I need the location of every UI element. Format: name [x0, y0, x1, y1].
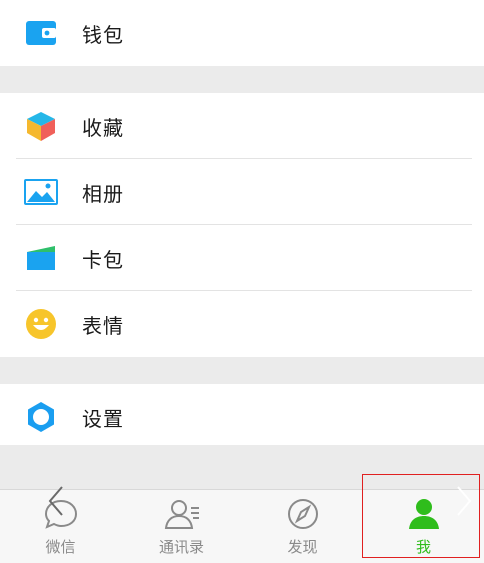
bottom-tab-bar: 微信 通讯录 发现 我 — [0, 489, 484, 563]
back-arrow-icon[interactable] — [44, 484, 70, 518]
tab-chats-label: 微信 — [45, 538, 76, 556]
menu-item-album[interactable]: 相册 — [0, 159, 484, 225]
person-icon — [408, 499, 439, 529]
menu-item-wallet[interactable]: 钱包 — [0, 0, 484, 66]
menu-item-cards-label: 卡包 — [82, 247, 124, 272]
forward-arrow-icon[interactable] — [450, 484, 476, 518]
section-gap — [0, 66, 484, 93]
tab-discover-label: 发现 — [287, 538, 318, 556]
cube-icon — [24, 109, 58, 143]
overscroll-area — [0, 445, 484, 489]
photo-icon — [24, 175, 58, 209]
menu-group-media: 收藏 相册 卡包 表情 — [0, 93, 484, 357]
section-gap — [0, 357, 484, 384]
menu-group-wallet: 钱包 — [0, 0, 484, 66]
tab-contacts[interactable]: 通讯录 — [121, 490, 242, 563]
contacts-icon — [164, 500, 199, 529]
menu-item-settings[interactable]: 设置 — [0, 384, 484, 450]
tab-contacts-label: 通讯录 — [158, 538, 204, 556]
tab-discover[interactable]: 发现 — [242, 490, 363, 563]
menu-group-settings: 设置 — [0, 384, 484, 450]
compass-icon — [287, 499, 318, 529]
menu-item-favorites[interactable]: 收藏 — [0, 93, 484, 159]
card-icon — [24, 241, 58, 275]
menu-item-cards[interactable]: 卡包 — [0, 225, 484, 291]
smiley-icon — [24, 307, 58, 341]
menu-item-favorites-label: 收藏 — [82, 115, 124, 140]
menu-item-wallet-label: 钱包 — [82, 22, 124, 47]
wallet-icon — [24, 16, 58, 50]
tab-me-label: 我 — [415, 538, 431, 556]
menu-item-album-label: 相册 — [82, 181, 124, 206]
menu-item-stickers-label: 表情 — [82, 313, 124, 338]
menu-item-stickers[interactable]: 表情 — [0, 291, 484, 357]
menu-item-settings-label: 设置 — [82, 406, 124, 431]
gear-icon — [24, 400, 58, 434]
